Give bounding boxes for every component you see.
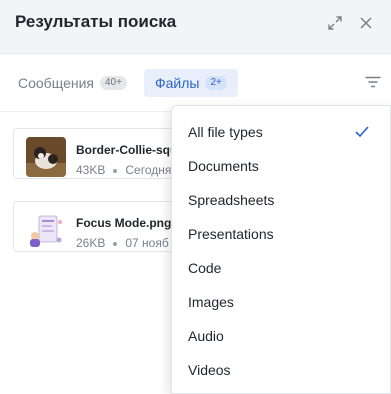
file-date: 07 нояб bbox=[125, 236, 169, 250]
menu-item-label: Spreadsheets bbox=[188, 192, 275, 208]
tab-label: Сообщения bbox=[18, 75, 94, 91]
tab-messages[interactable]: Сообщения 40+ bbox=[8, 69, 137, 97]
filter-icon[interactable] bbox=[365, 75, 383, 89]
checkmark-icon bbox=[354, 125, 370, 139]
file-date: Сегодня bbox=[125, 163, 172, 177]
count-badge: 40+ bbox=[99, 76, 127, 90]
file-name: Focus Mode.png bbox=[76, 216, 172, 230]
menu-item-images[interactable]: Images bbox=[172, 285, 390, 319]
page-title: Результаты поиска bbox=[15, 12, 177, 31]
menu-item-spreadsheets[interactable]: Spreadsheets bbox=[172, 183, 390, 217]
menu-item-label: Documents bbox=[188, 158, 259, 174]
menu-item-audio[interactable]: Audio bbox=[172, 319, 390, 353]
file-meta: 43KB Сегодня bbox=[76, 163, 171, 177]
file-size: 43KB bbox=[76, 163, 106, 177]
menu-item-presentations[interactable]: Presentations bbox=[172, 217, 390, 251]
menu-item-label: All file types bbox=[188, 124, 263, 140]
separator-dot bbox=[113, 168, 118, 173]
image-thumbnail bbox=[26, 210, 66, 250]
tab-files[interactable]: Файлы 2+ bbox=[144, 69, 238, 97]
menu-item-videos[interactable]: Videos bbox=[172, 353, 390, 387]
file-size: 26KB bbox=[76, 236, 106, 250]
menu-item-label: Presentations bbox=[188, 226, 274, 242]
menu-item-label: Images bbox=[188, 294, 234, 310]
menu-item-label: Code bbox=[188, 260, 222, 276]
expand-icon[interactable] bbox=[325, 13, 345, 33]
image-thumbnail bbox=[26, 137, 66, 177]
menu-item-documents[interactable]: Documents bbox=[172, 149, 390, 183]
file-type-dropdown: All file types Documents Spreadsheets Pr… bbox=[171, 105, 391, 394]
file-name: Border-Collie-squ bbox=[76, 143, 178, 157]
file-meta: 26KB 07 нояб bbox=[76, 236, 169, 250]
panel-header: Результаты поиска bbox=[0, 0, 391, 54]
separator-dot bbox=[113, 241, 118, 246]
count-badge: 2+ bbox=[205, 76, 227, 90]
tab-label: Файлы bbox=[155, 75, 200, 91]
close-icon[interactable] bbox=[356, 13, 376, 33]
search-tabs: Сообщения 40+ Файлы 2+ bbox=[0, 54, 391, 112]
menu-item-all-file-types[interactable]: All file types bbox=[172, 115, 390, 149]
menu-item-code[interactable]: Code bbox=[172, 251, 390, 285]
menu-item-label: Audio bbox=[188, 328, 224, 344]
menu-item-label: Videos bbox=[188, 362, 231, 378]
